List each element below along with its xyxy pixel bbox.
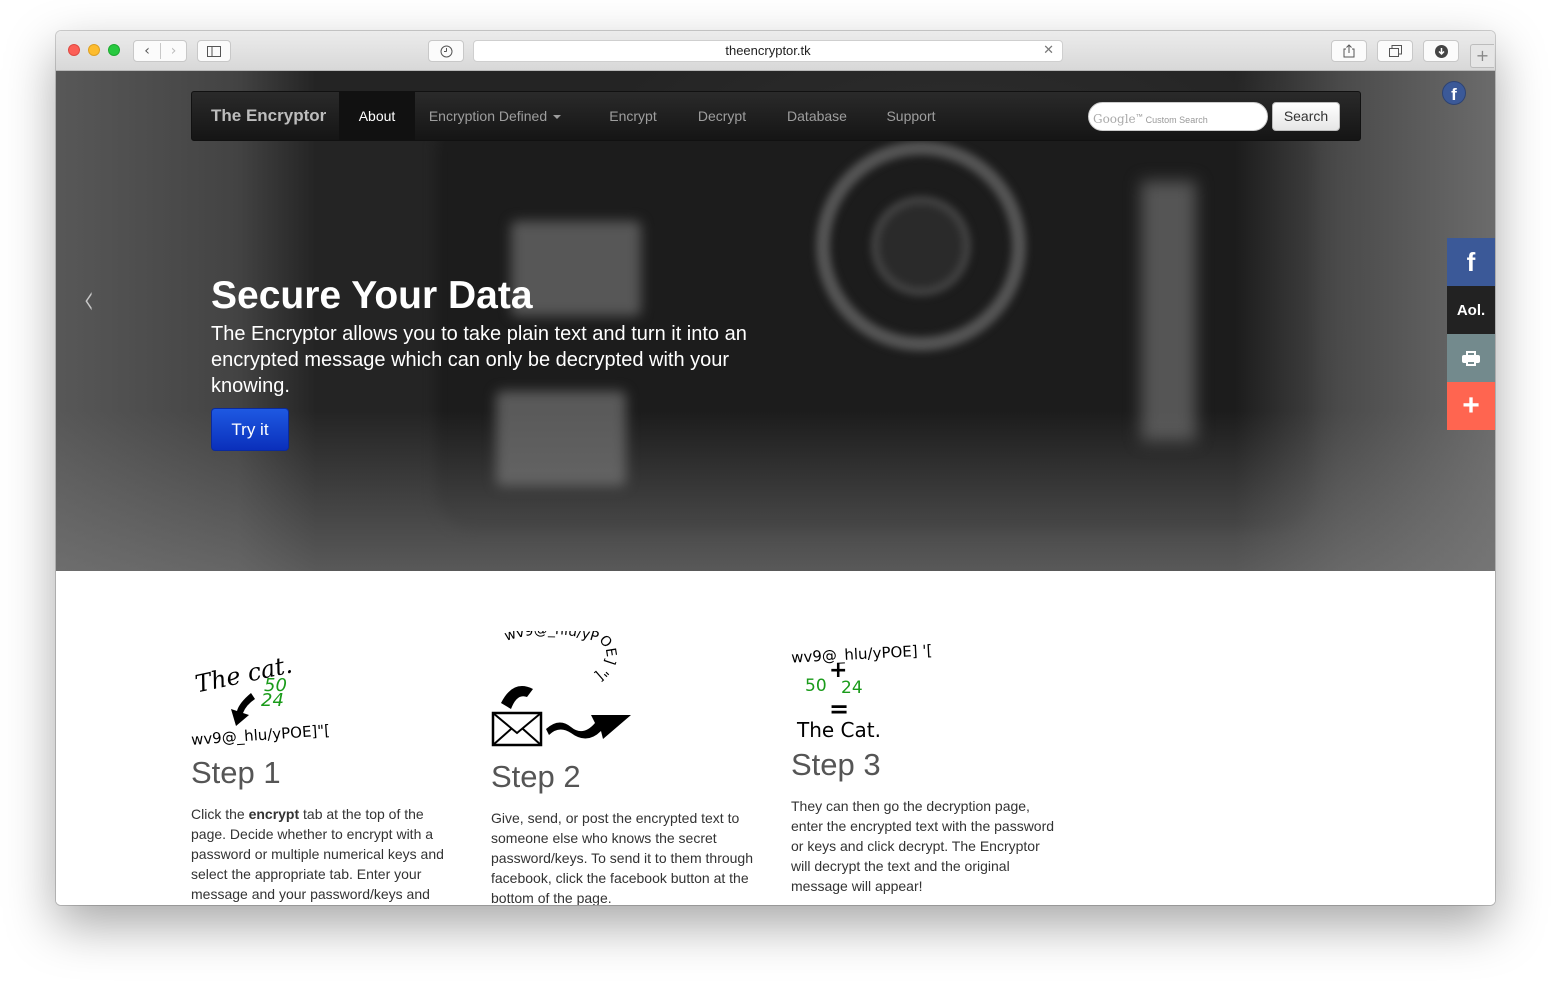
browser-window: ‹ › theencryptor.tk ✕ + The Encryptor Ab…	[56, 31, 1495, 905]
step-1-text: Click the encrypt tab at the top of the …	[191, 806, 444, 902]
browser-toolbar: ‹ › theencryptor.tk ✕ +	[56, 31, 1495, 71]
nav-about[interactable]: About	[339, 92, 415, 140]
facebook-share-button[interactable]: f	[1447, 238, 1495, 286]
carousel-prev-icon[interactable]: ‹	[84, 274, 95, 325]
forward-icon[interactable]: ›	[159, 43, 186, 59]
try-it-button[interactable]: Try it	[211, 408, 289, 451]
address-bar[interactable]: theencryptor.tk ✕	[473, 40, 1063, 62]
step-3-title: Step 3	[791, 747, 881, 782]
send-arrow-icon	[546, 715, 631, 739]
history-button[interactable]	[428, 40, 464, 62]
key-2-label: 24	[261, 690, 284, 711]
brand-link[interactable]: The Encryptor	[211, 92, 326, 142]
tabs-icon	[1388, 45, 1402, 57]
nav-support[interactable]: Support	[868, 92, 954, 140]
share-button[interactable]	[1331, 40, 1367, 62]
close-window-button[interactable]	[68, 44, 80, 56]
tab-overview-button[interactable]	[1377, 40, 1413, 62]
caret-down-icon	[553, 115, 562, 120]
trademark-mark: ™	[1135, 112, 1144, 121]
history-nav: ‹ ›	[133, 40, 187, 62]
hero-background-handle	[1141, 181, 1196, 441]
ciphertext-label: wv9@_hlu/yPOE] '[	[791, 641, 933, 667]
nav-encrypt[interactable]: Encrypt	[590, 92, 676, 140]
minimize-window-button[interactable]	[88, 44, 100, 56]
download-icon	[1434, 44, 1448, 58]
clock-icon	[440, 45, 452, 57]
share-icon	[1343, 44, 1355, 58]
curved-arrow-icon	[501, 686, 533, 709]
web-page: The Encryptor About Encryption Defined E…	[56, 71, 1495, 905]
step-2-title: Step 2	[491, 759, 581, 794]
facebook-icon: f	[1466, 246, 1476, 277]
close-icon[interactable]: ✕	[1043, 41, 1054, 61]
print-button[interactable]	[1447, 334, 1495, 382]
nav-encryption-defined[interactable]: Encryption Defined	[420, 92, 570, 140]
ciphertext-label: wv9@_hlu/yPOE] "[	[503, 631, 619, 684]
search-placeholder: Custom Search	[1145, 115, 1208, 125]
search-input[interactable]: Google™ Custom Search	[1088, 102, 1268, 131]
facebook-icon[interactable]: f	[1442, 81, 1466, 105]
search-button[interactable]: Search	[1272, 102, 1340, 131]
hero-description: The Encryptor allows you to take plain t…	[211, 323, 747, 397]
new-tab-button[interactable]: +	[1470, 44, 1494, 68]
more-share-button[interactable]: +	[1447, 382, 1495, 430]
step-1-illustration: The cat. 50 24 wv9@_hlu/yPOE]"[	[191, 651, 331, 746]
aol-share-button[interactable]: Aol.	[1447, 286, 1495, 334]
hero-carousel: The Encryptor About Encryption Defined E…	[56, 71, 1495, 571]
sidebar-icon	[207, 45, 221, 57]
nav-database[interactable]: Database	[769, 92, 865, 140]
printer-icon	[1462, 351, 1480, 366]
zoom-window-button[interactable]	[108, 44, 120, 56]
hero-title: Secure Your Data	[211, 274, 533, 317]
google-logo: Google	[1093, 112, 1136, 126]
step-2-text: Give, send, or post the encrypted text t…	[491, 810, 753, 905]
downloads-button[interactable]	[1423, 40, 1459, 62]
url-text: theencryptor.tk	[725, 43, 811, 58]
step-2-illustration: wv9@_hlu/yPOE] "[	[491, 631, 631, 747]
arrow-icon	[231, 693, 255, 726]
nav-decrypt[interactable]: Decrypt	[680, 92, 764, 140]
step-3-illustration: wv9@_hlu/yPOE] '[ + 50 24 = The Cat.	[791, 641, 933, 741]
nav-encryption-defined-label: Encryption Defined	[428, 108, 548, 124]
site-navbar: The Encryptor About Encryption Defined E…	[191, 91, 1361, 141]
ciphertext-label: wv9@_hlu/yPOE]"[	[191, 721, 331, 746]
hero-background-dial-center	[871, 196, 971, 296]
plaintext-label: The Cat.	[796, 718, 881, 741]
step-3-text: They can then go the decryption page, en…	[791, 798, 1055, 894]
share-sidebar: f Aol. +	[1447, 238, 1495, 430]
steps-section: The cat. 50 24 wv9@_hlu/yPOE]"[ Step 1 C…	[56, 571, 1495, 905]
step-1-title: Step 1	[191, 755, 281, 790]
key-1-label: 50	[805, 676, 827, 696]
sidebar-toggle-button[interactable]	[197, 40, 231, 62]
back-icon[interactable]: ‹	[134, 43, 160, 59]
